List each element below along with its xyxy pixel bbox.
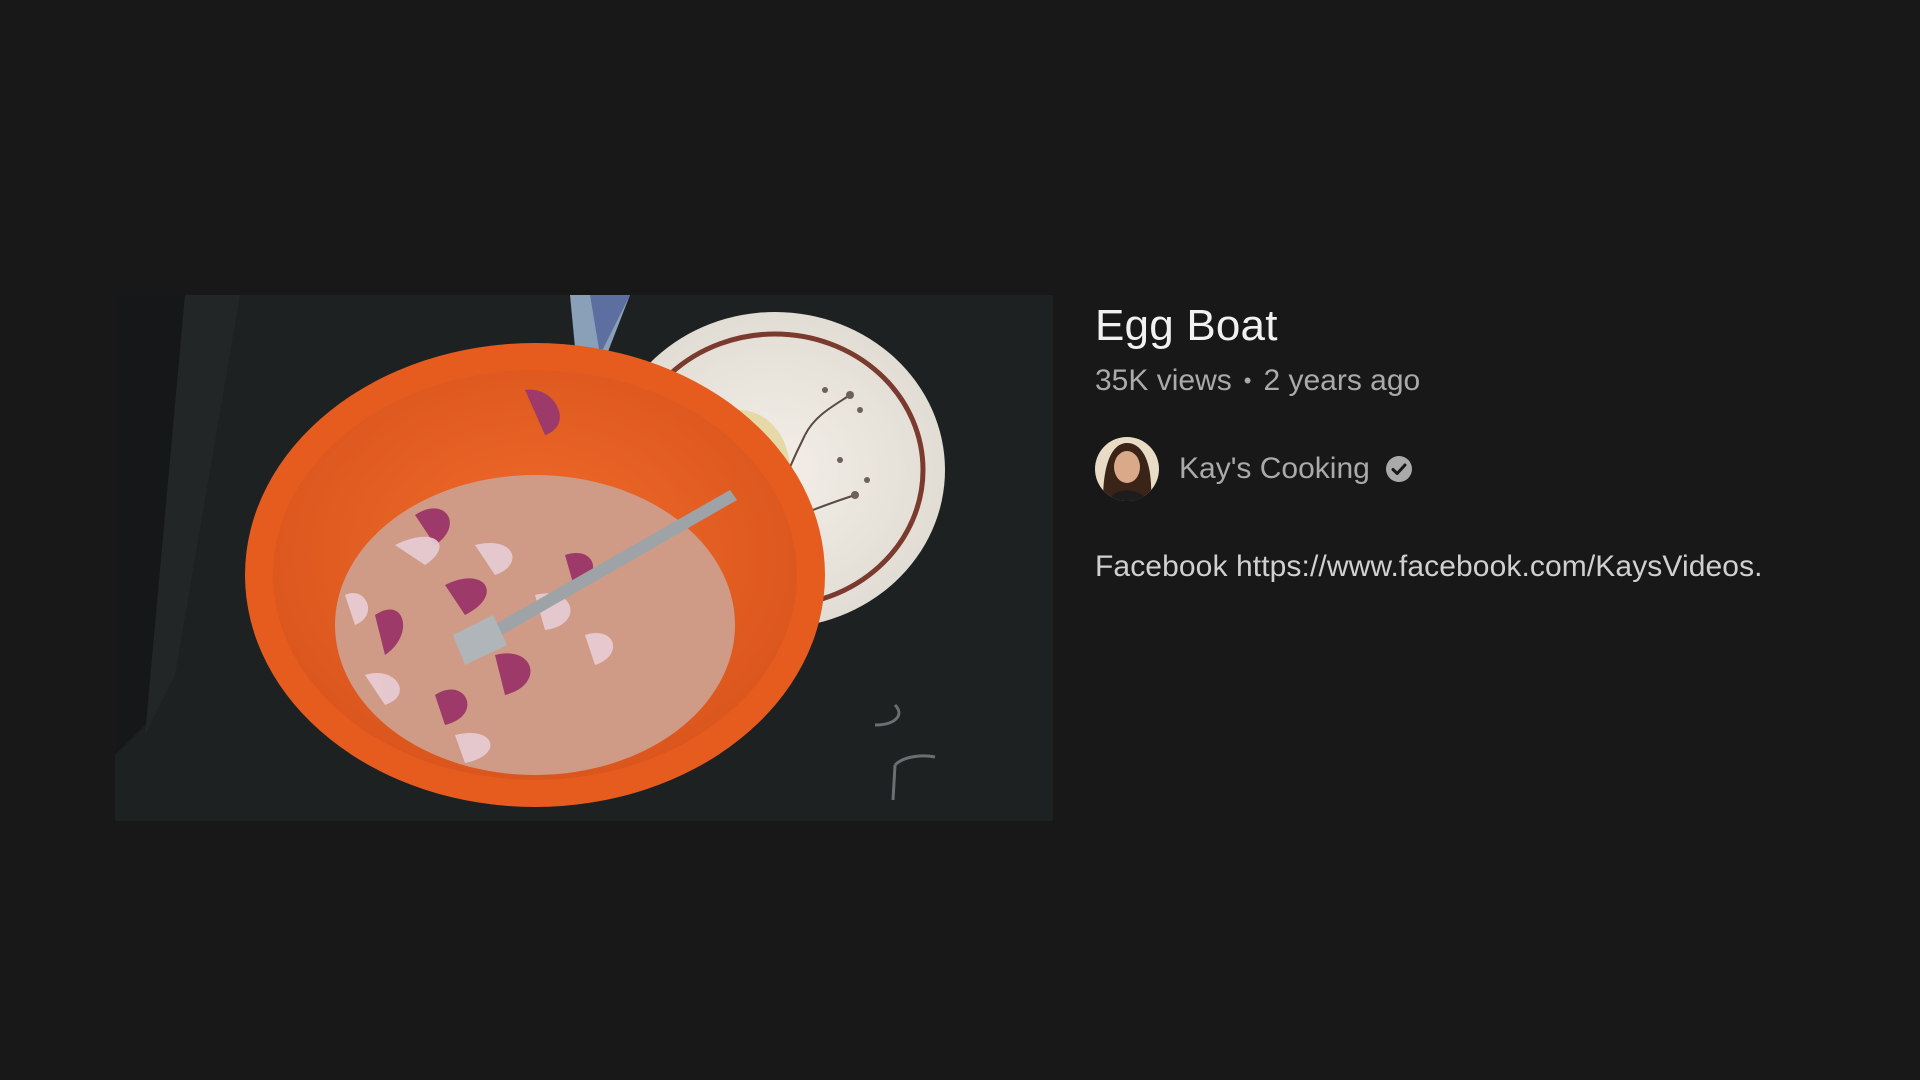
channel-info[interactable]: Kay's Cooking xyxy=(1095,437,1855,501)
video-result: Egg Boat 35K views • 2 years ago Kay's C… xyxy=(115,295,1855,821)
verified-check-icon xyxy=(1384,454,1414,484)
channel-avatar[interactable] xyxy=(1095,437,1159,501)
video-title[interactable]: Egg Boat xyxy=(1095,295,1855,355)
view-count: 35K views xyxy=(1095,364,1232,397)
video-metadata: 35K views • 2 years ago xyxy=(1095,361,1855,401)
video-thumbnail[interactable] xyxy=(115,295,1053,821)
channel-name[interactable]: Kay's Cooking xyxy=(1179,449,1370,489)
video-description: Facebook https://www.facebook.com/KaysVi… xyxy=(1095,550,1763,583)
meta-separator: • xyxy=(1243,368,1252,393)
upload-age: 2 years ago xyxy=(1263,364,1421,397)
video-info: Egg Boat 35K views • 2 years ago Kay's C… xyxy=(1095,295,1855,587)
search-results-page: Egg Boat 35K views • 2 years ago Kay's C… xyxy=(0,0,1920,1080)
